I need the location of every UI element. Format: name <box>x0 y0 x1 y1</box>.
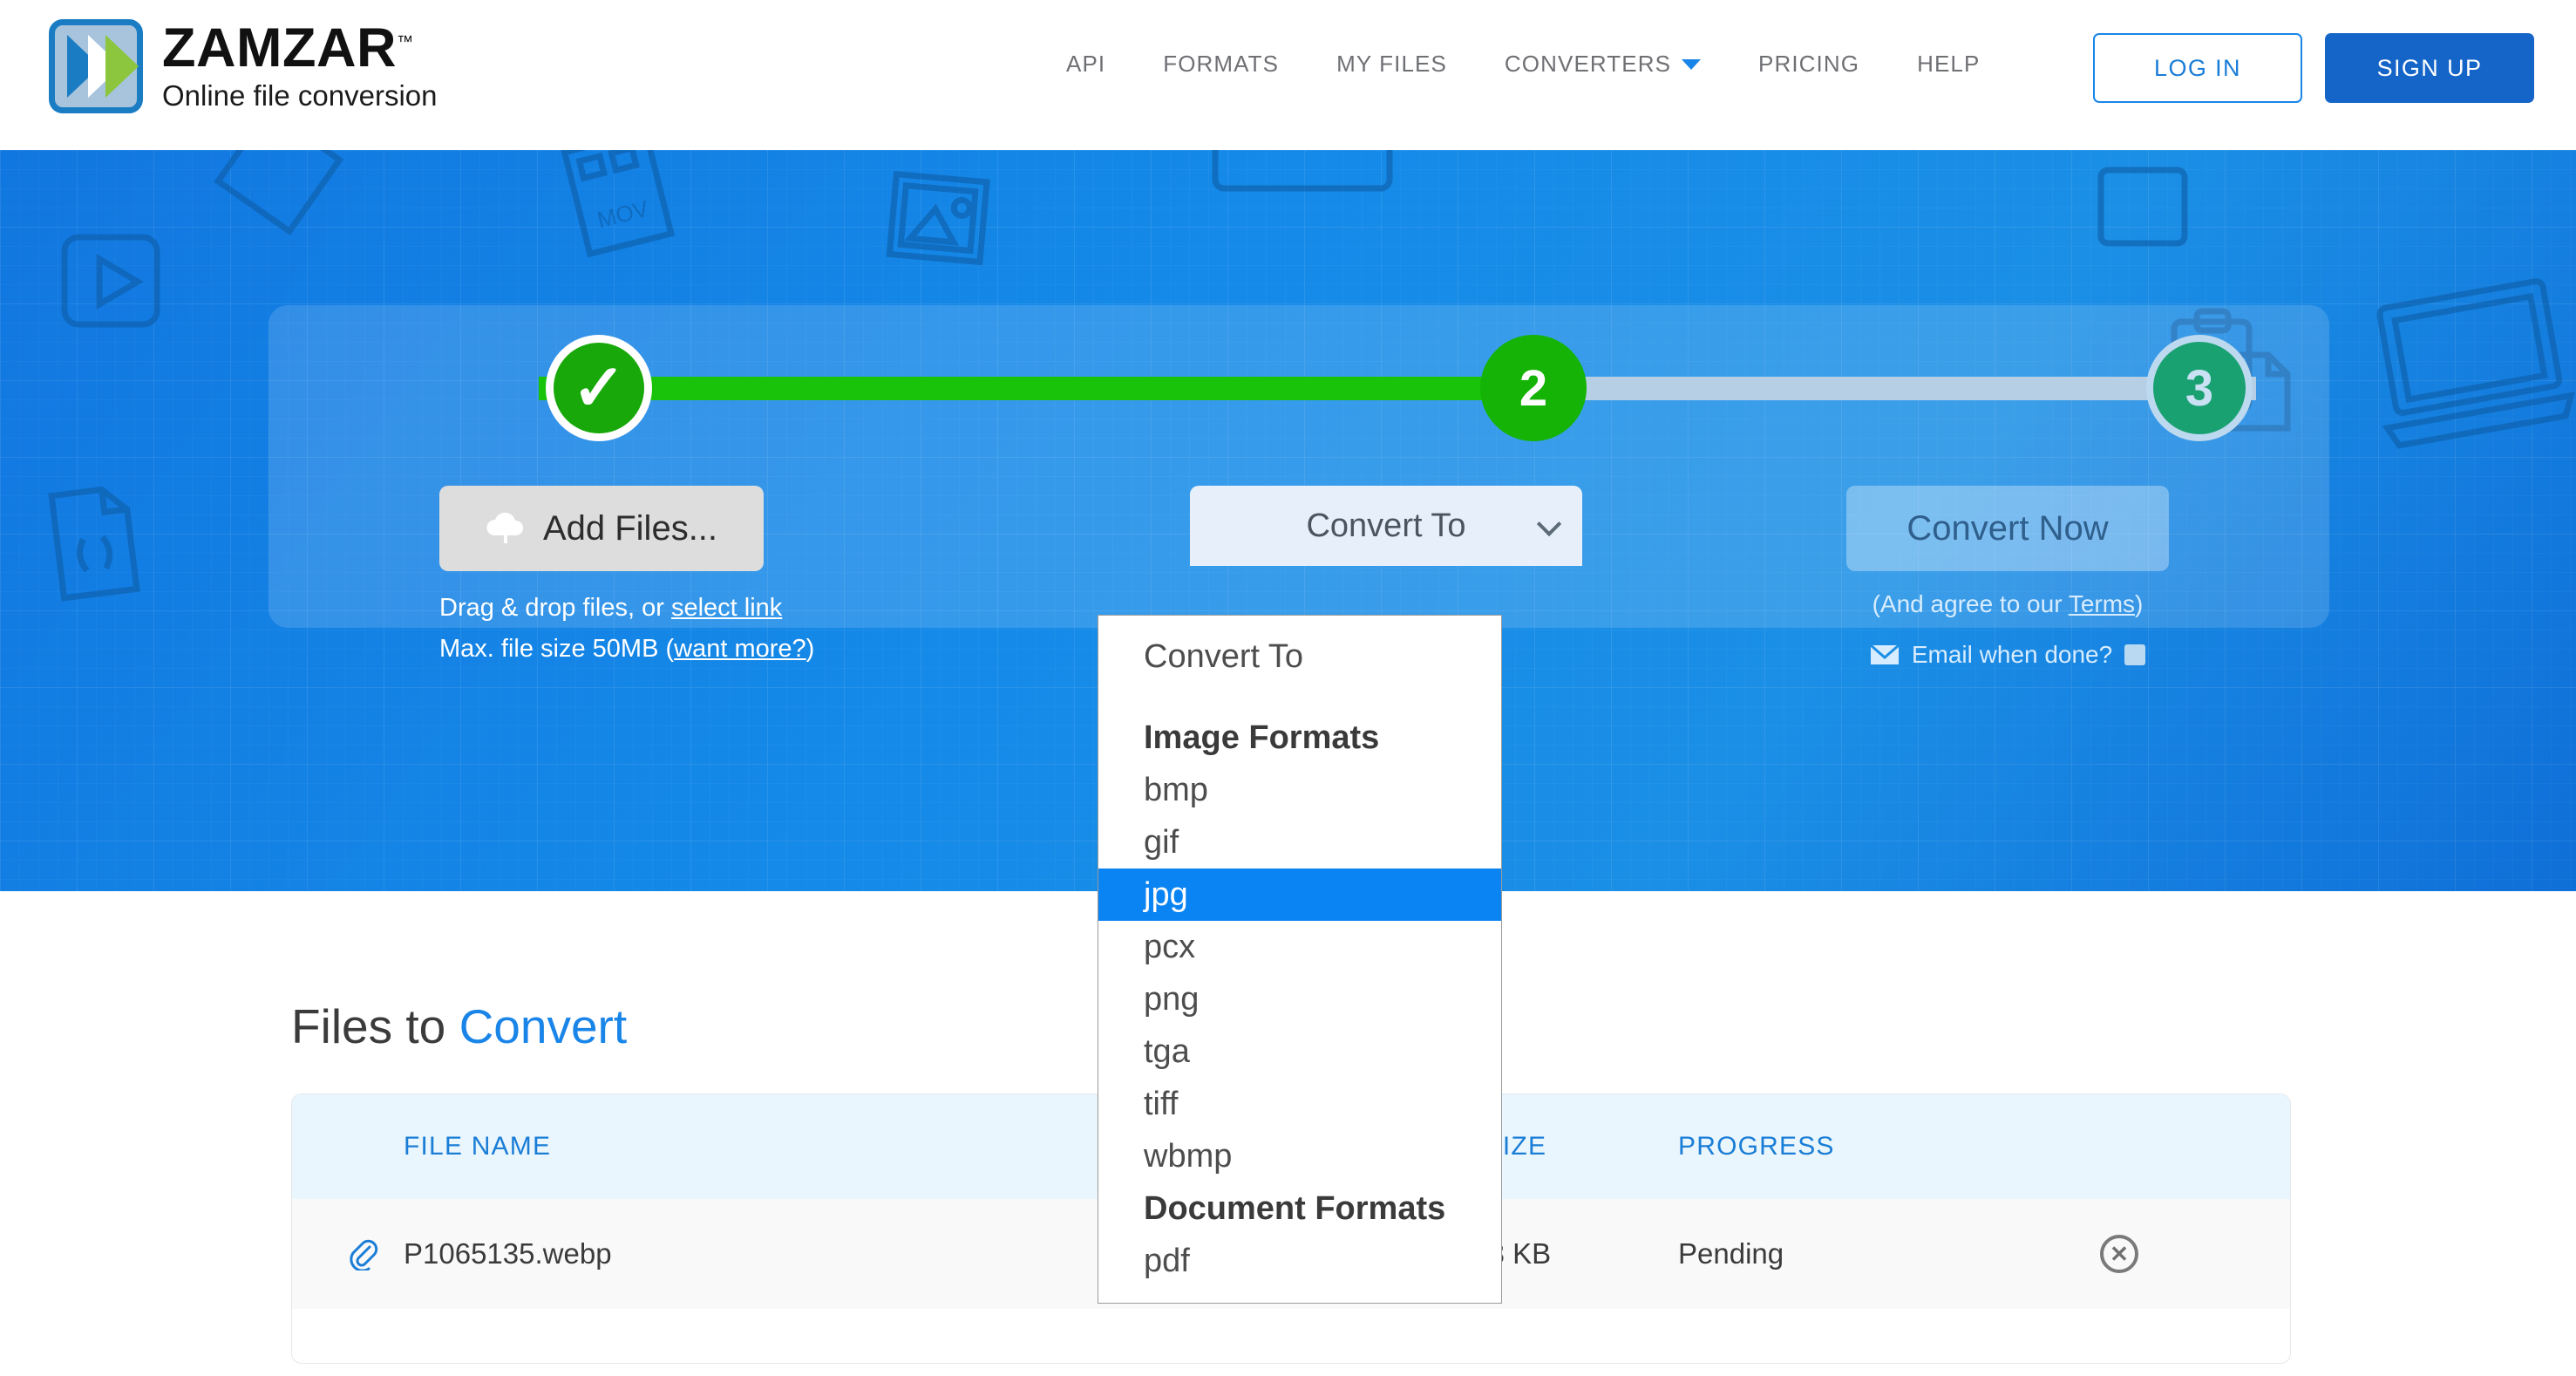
nav-label: PRICING <box>1758 51 1860 77</box>
sketch-laptop-icon <box>2376 278 2575 449</box>
nav-label: FORMATS <box>1163 51 1280 77</box>
dropdown-option-bmp[interactable]: bmp <box>1098 764 1501 816</box>
sketch-folder-icon <box>1212 150 1393 192</box>
nav-item-help[interactable]: HELP <box>1888 51 2008 78</box>
convert-to-select[interactable]: Convert To <box>1190 486 1582 566</box>
dropdown-option-tiff[interactable]: tiff <box>1098 1078 1501 1130</box>
nav-item-pricing[interactable]: PRICING <box>1730 51 1888 78</box>
terms-link[interactable]: Terms <box>2069 590 2135 617</box>
chevron-down-icon <box>1682 58 1702 70</box>
logo-title: ZAMZAR™ <box>162 20 438 76</box>
sketch-code-file-icon <box>48 486 140 602</box>
step-1-label: ✓ <box>571 351 626 424</box>
envelope-icon <box>1869 644 1900 664</box>
step-1-column: Add Files... Drag & drop files, or selec… <box>439 486 814 669</box>
sketch-recycle-icon <box>2097 167 2188 247</box>
convert-now-label: Convert Now <box>1907 508 2109 548</box>
add-files-button[interactable]: Add Files... <box>439 486 764 571</box>
main-nav: API FORMATS MY FILES CONVERTERS PRICING … <box>1037 51 2008 78</box>
sketch-video-play-icon <box>61 234 160 328</box>
nav-label: API <box>1066 51 1106 77</box>
nav-item-formats[interactable]: FORMATS <box>1134 51 1308 78</box>
dropdown-option-wbmp[interactable]: wbmp <box>1098 1130 1501 1182</box>
nav-item-my-files[interactable]: MY FILES <box>1308 51 1476 78</box>
step-3-indicator[interactable]: 3 <box>2146 335 2253 441</box>
dropdown-option-placeholder[interactable]: Convert To <box>1098 624 1501 689</box>
drag-drop-hint: Drag & drop files, or select link <box>439 589 782 628</box>
email-when-done-label: Email when done? <box>1911 641 2113 668</box>
logo-trademark: ™ <box>396 32 414 51</box>
nav-item-api[interactable]: API <box>1037 51 1134 78</box>
cloud-upload-icon <box>486 512 523 543</box>
heading-plain: Files to <box>291 999 459 1053</box>
nav-label: MY FILES <box>1336 51 1447 77</box>
nav-label: HELP <box>1917 51 1981 77</box>
want-more-link[interactable]: want more? <box>674 635 806 663</box>
cell-progress: Pending <box>1678 1237 1784 1270</box>
dropdown-group-image-formats: Image Formats <box>1144 719 1380 756</box>
nav-item-converters[interactable]: CONVERTERS <box>1476 51 1730 78</box>
step-2-indicator[interactable]: 2 <box>1480 335 1587 441</box>
dropdown-option-jpg[interactable]: jpg <box>1098 869 1501 921</box>
signup-button[interactable]: SIGN UP <box>2325 33 2534 103</box>
file-name-text: P1065135.webp <box>404 1237 612 1270</box>
dropdown-option-pdf[interactable]: pdf <box>1098 1235 1501 1287</box>
site-header: ZAMZAR™ Online file conversion API FORMA… <box>0 0 2576 150</box>
zamzar-logo-icon <box>49 19 143 113</box>
step-3-column: Convert Now (And agree to our Terms) Ema… <box>1846 486 2169 669</box>
email-when-done-checkbox[interactable] <box>2124 644 2146 665</box>
terms-prefix: (And agree to our <box>1872 590 2069 617</box>
chevron-down-icon <box>1536 511 1562 537</box>
login-button[interactable]: LOG IN <box>2093 33 2302 103</box>
add-files-label: Add Files... <box>542 508 718 548</box>
logo[interactable]: ZAMZAR™ Online file conversion <box>49 19 438 113</box>
step-3-label: 3 <box>2185 359 2214 417</box>
convert-to-value: Convert To <box>1306 507 1466 544</box>
logo-title-text: ZAMZAR <box>162 17 397 78</box>
dropdown-option-tga[interactable]: tga <box>1098 1025 1501 1078</box>
heading-accent: Convert <box>459 999 628 1053</box>
step-2-column: Convert To <box>1190 486 1582 566</box>
nav-label: CONVERTERS <box>1504 51 1672 77</box>
dropdown-spacer <box>1098 689 1501 712</box>
close-circle-icon[interactable]: ✕ <box>2100 1235 2138 1273</box>
dropdown-option-png[interactable]: png <box>1098 973 1501 1025</box>
progress-bar-complete <box>539 377 1541 400</box>
paperclip-icon <box>350 1239 378 1270</box>
step-2-label: 2 <box>1519 359 1548 417</box>
drag-drop-text: Drag & drop files, or <box>439 594 671 622</box>
files-to-convert-heading: Files to Convert <box>291 998 627 1054</box>
column-header-progress: PROGRESS <box>1678 1132 1835 1161</box>
convert-now-button[interactable]: Convert Now <box>1846 486 2169 571</box>
max-size-suffix: ) <box>805 634 815 663</box>
convert-to-dropdown-list[interactable]: Convert To Image Formats bmp gif jpg pcx… <box>1098 615 1502 1304</box>
auth-buttons: LOG IN SIGN UP <box>2093 33 2534 103</box>
select-link[interactable]: select link <box>671 594 782 622</box>
terms-notice: (And agree to our Terms) <box>1846 590 2169 618</box>
step-1-indicator[interactable]: ✓ <box>546 335 652 441</box>
max-size-hint: Max. file size 50MB (want more?) <box>439 630 814 669</box>
email-when-done-row: Email when done? <box>1846 641 2169 669</box>
max-size-text: Max. file size 50MB ( <box>439 634 675 663</box>
logo-subtitle: Online file conversion <box>162 78 438 112</box>
dropdown-option-gif[interactable]: gif <box>1098 816 1501 869</box>
dropdown-option-pcx[interactable]: pcx <box>1098 921 1501 973</box>
sketch-image-icon <box>886 170 990 266</box>
svg-text:MOV: MOV <box>595 195 651 234</box>
dropdown-group-document-formats: Document Formats <box>1144 1189 1446 1227</box>
step-progress-bar: ✓ 2 3 <box>268 305 2329 471</box>
cell-actions: ✕ <box>2079 1235 2290 1273</box>
terms-suffix: ) <box>2135 590 2144 617</box>
